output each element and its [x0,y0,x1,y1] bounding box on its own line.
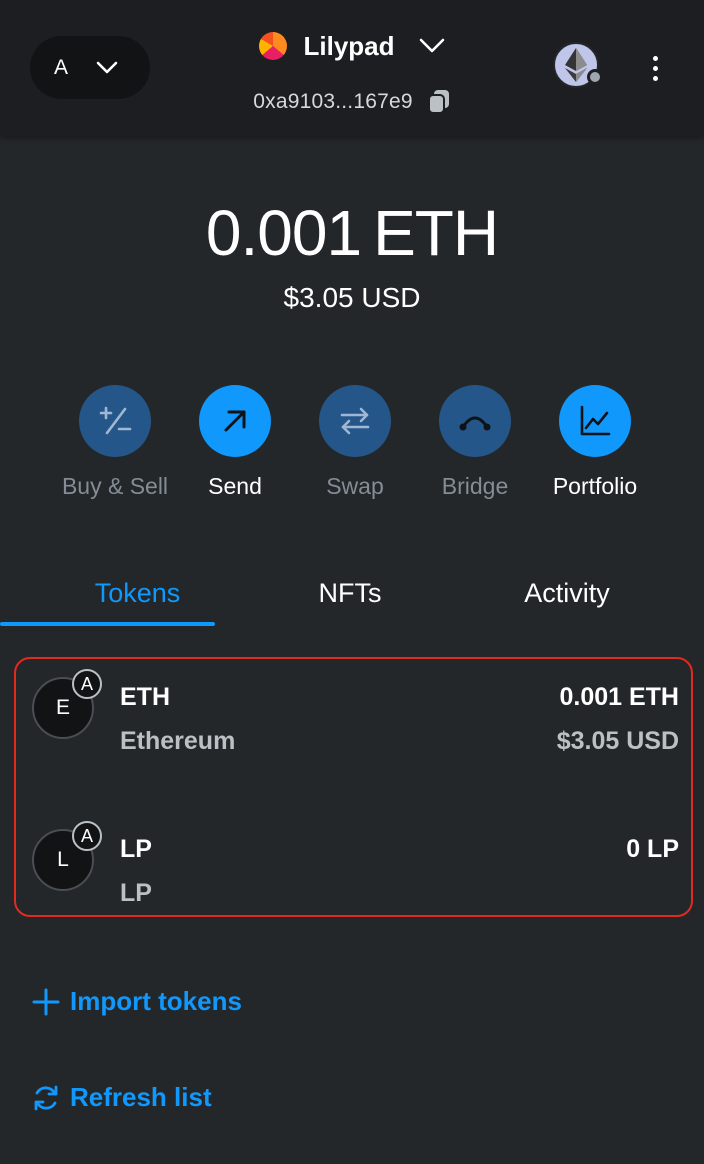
account-picker[interactable]: Lilypad [259,31,444,62]
arrow-up-right-icon [199,385,271,457]
portfolio-label: Portfolio [552,473,638,499]
token-name: Ethereum [120,727,236,755]
app-header: A Lilypad 0xa9103...167e9 [0,0,704,136]
connection-status-dot [587,69,603,85]
bridge-arc-icon [439,385,511,457]
import-tokens-label: Import tokens [70,986,242,1016]
tab-nfts[interactable]: NFTs [245,560,455,626]
send-label: Send [208,473,262,499]
swap-button[interactable]: Swap [295,385,415,500]
network-badge: A [72,821,102,851]
balance-unit: ETH [373,197,499,269]
plus-minus-icon [79,385,151,457]
balance-value: 0.001 [205,197,362,269]
asset-tabs: Tokens NFTs Activity [30,560,674,630]
tab-tokens[interactable]: Tokens [30,560,245,626]
account-avatar-icon [259,32,288,60]
token-row-eth[interactable]: E A ETH Ethereum 0.001 ETH $3.05 USD [16,659,691,759]
token-row-lp[interactable]: L A LP LP 0 LP [16,811,691,911]
copy-icon[interactable] [427,89,451,115]
refresh-icon [32,1084,60,1112]
swap-arrows-icon [319,385,391,457]
refresh-list-link[interactable]: Refresh list [32,1082,212,1113]
network-badge: A [72,669,102,699]
import-tokens-link[interactable]: Import tokens [32,986,242,1017]
chart-line-icon [559,385,631,457]
account-address[interactable]: 0xa9103...167e9 [253,90,412,114]
token-balance: 0 LP [626,835,679,863]
balance-primary: 0.001 ETH [0,196,704,270]
tab-activity[interactable]: Activity [460,560,674,626]
buy-sell-label: Buy & Sell [61,473,169,499]
token-name: LP [120,879,152,907]
token-balance: 0.001 ETH [559,683,679,711]
plus-icon [32,988,60,1016]
balance-secondary: $3.05 USD [283,282,421,313]
bridge-button[interactable]: Bridge [415,385,535,500]
buy-sell-button[interactable]: Buy & Sell [55,385,175,500]
bridge-label: Bridge [441,473,509,499]
token-fiat-value: $3.05 USD [556,727,679,755]
address-row: 0xa9103...167e9 [0,86,704,118]
active-tab-indicator [0,622,215,626]
refresh-list-label: Refresh list [70,1082,212,1112]
account-name: Lilypad [303,30,395,61]
token-symbol: ETH [120,683,170,711]
portfolio-button[interactable]: Portfolio [535,385,655,500]
swap-label: Swap [326,473,384,499]
token-list: E A ETH Ethereum 0.001 ETH $3.05 USD L A… [14,657,693,917]
token-symbol: LP [120,835,152,863]
send-button[interactable]: Send [175,385,295,500]
chevron-down-icon [419,38,445,54]
more-options-icon[interactable] [640,48,670,88]
